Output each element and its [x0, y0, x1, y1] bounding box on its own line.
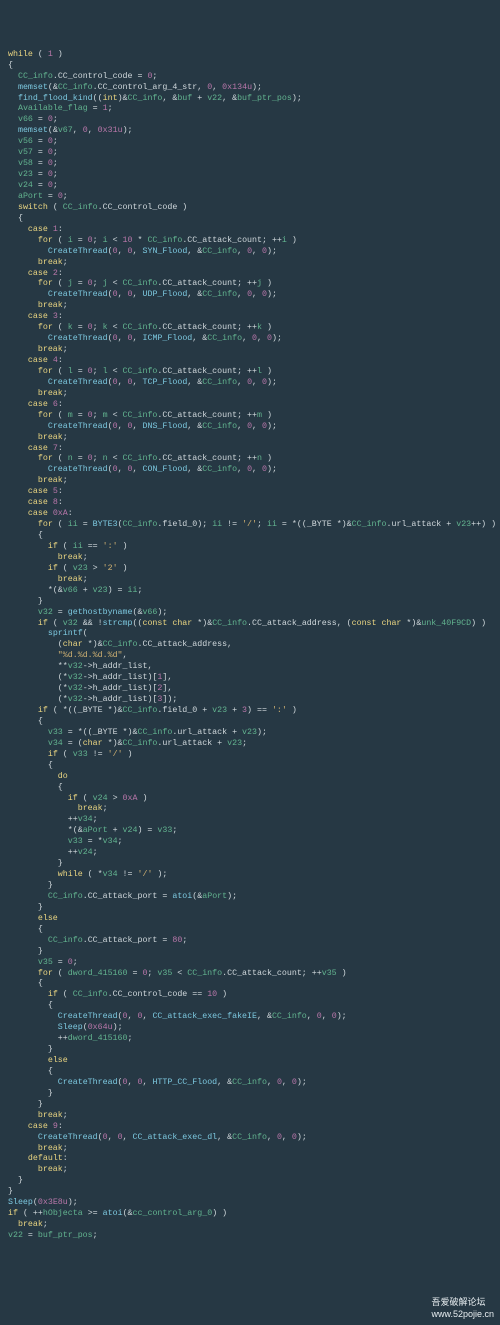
watermark: 吾爱破解论坛 www.52pojie.cn [426, 1285, 494, 1321]
code-block: while ( 1 ){ CC_info.CC_control_code = 0… [8, 50, 492, 1242]
kw-while: while [8, 50, 33, 59]
watermark-left: 吾爱破解论坛 [431, 1297, 485, 1307]
watermark-url: www.52pojie.cn [431, 1309, 494, 1319]
